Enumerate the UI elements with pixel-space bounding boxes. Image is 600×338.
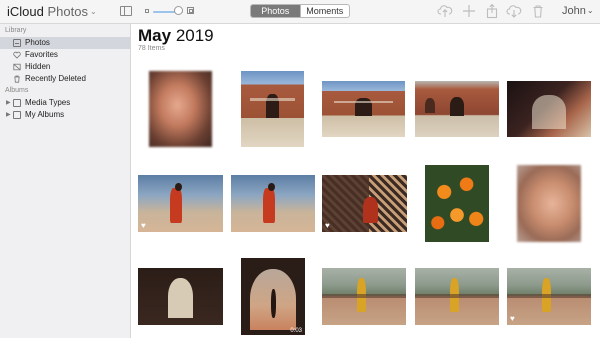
photo-thumbnail[interactable] bbox=[231, 175, 315, 232]
folder-icon bbox=[13, 99, 21, 107]
photos-icon bbox=[13, 39, 21, 47]
sidebar-item-hidden[interactable]: Hidden bbox=[0, 61, 130, 73]
disclosure-triangle-icon[interactable]: ▶ bbox=[6, 109, 11, 121]
albums-section-title: Albums bbox=[5, 87, 29, 94]
photo-thumbnail[interactable]: ♥ bbox=[138, 175, 223, 232]
user-menu[interactable]: John⌄ bbox=[562, 5, 594, 17]
tab-moments[interactable]: Moments bbox=[299, 5, 350, 17]
page-title: May 2019 bbox=[138, 26, 214, 46]
month-label: May bbox=[138, 26, 172, 45]
photo-thumbnail[interactable]: ♥ bbox=[322, 175, 407, 232]
sidebar-item-recently-deleted[interactable]: Recently Deleted bbox=[0, 73, 130, 85]
photo-thumbnail[interactable] bbox=[241, 71, 304, 147]
tab-photos[interactable]: Photos bbox=[251, 5, 300, 17]
video-thumbnail[interactable]: 0:03 bbox=[241, 258, 305, 335]
photo-thumbnail[interactable] bbox=[415, 268, 499, 325]
zoom-in-icon[interactable] bbox=[187, 7, 194, 14]
photo-thumbnail[interactable] bbox=[149, 71, 212, 147]
sidebar-item-label: Recently Deleted bbox=[25, 74, 86, 83]
favorite-heart-icon[interactable]: ♥ bbox=[141, 222, 146, 230]
item-count: 78 Items bbox=[138, 45, 165, 52]
photo-thumbnail[interactable]: ♥ bbox=[507, 268, 591, 325]
sidebar-item-label: Photos bbox=[25, 38, 50, 47]
sidebar-item-my-albums[interactable]: ▶ My Albums bbox=[0, 109, 130, 121]
sidebar-toggle-icon[interactable] bbox=[120, 6, 132, 16]
photo-thumbnail[interactable] bbox=[415, 81, 499, 137]
sidebar-item-label: Hidden bbox=[25, 62, 51, 71]
year-label: 2019 bbox=[175, 26, 214, 45]
chevron-down-icon: ⌄ bbox=[89, 7, 97, 16]
library-section-title: Library bbox=[5, 27, 27, 34]
app-title[interactable]: iCloud Photos ⌄ bbox=[7, 4, 97, 19]
photo-thumbnail[interactable] bbox=[517, 165, 581, 242]
zoom-slider-thumb[interactable] bbox=[174, 6, 183, 15]
app-name-label: Photos bbox=[47, 4, 88, 19]
sidebar-item-label: My Albums bbox=[25, 110, 65, 119]
photo-grid-area: May 2019 78 Items ♥ ♥ 0:03 ♥ bbox=[132, 24, 600, 338]
sidebar-item-label: Favorites bbox=[25, 50, 58, 59]
trash-icon bbox=[13, 75, 21, 83]
sidebar-item-media-types[interactable]: ▶ Media Types bbox=[0, 97, 130, 109]
view-segmented-control: Photos Moments bbox=[250, 4, 350, 18]
video-duration: 0:03 bbox=[290, 328, 302, 334]
sidebar-item-favorites[interactable]: Favorites bbox=[0, 49, 130, 61]
upload-icon[interactable] bbox=[437, 3, 453, 19]
favorite-heart-icon[interactable]: ♥ bbox=[325, 222, 330, 230]
user-name: John bbox=[562, 5, 586, 17]
photo-thumbnail[interactable] bbox=[138, 268, 223, 325]
hidden-icon bbox=[13, 63, 21, 71]
share-icon[interactable] bbox=[484, 3, 500, 19]
download-icon[interactable] bbox=[506, 3, 522, 19]
favorite-heart-icon[interactable]: ♥ bbox=[510, 315, 515, 323]
photo-thumbnail[interactable] bbox=[322, 268, 406, 325]
photo-thumbnail[interactable] bbox=[425, 165, 489, 242]
chevron-down-icon: ⌄ bbox=[586, 6, 594, 15]
photo-thumbnail[interactable] bbox=[322, 81, 405, 137]
add-icon[interactable] bbox=[461, 3, 477, 19]
brand-label: iCloud bbox=[7, 4, 44, 19]
heart-icon bbox=[13, 51, 21, 59]
sidebar-item-label: Media Types bbox=[25, 98, 71, 107]
toolbar: iCloud Photos ⌄ Photos Moments John⌄ bbox=[0, 0, 600, 24]
sidebar-item-photos[interactable]: Photos bbox=[0, 37, 130, 49]
disclosure-triangle-icon[interactable]: ▶ bbox=[6, 97, 11, 109]
sidebar: Library Photos Favorites Hidden Recently… bbox=[0, 24, 131, 338]
photo-thumbnail[interactable] bbox=[507, 81, 591, 137]
zoom-out-icon[interactable] bbox=[145, 9, 149, 13]
trash-icon[interactable] bbox=[530, 3, 546, 19]
folder-icon bbox=[13, 111, 21, 119]
